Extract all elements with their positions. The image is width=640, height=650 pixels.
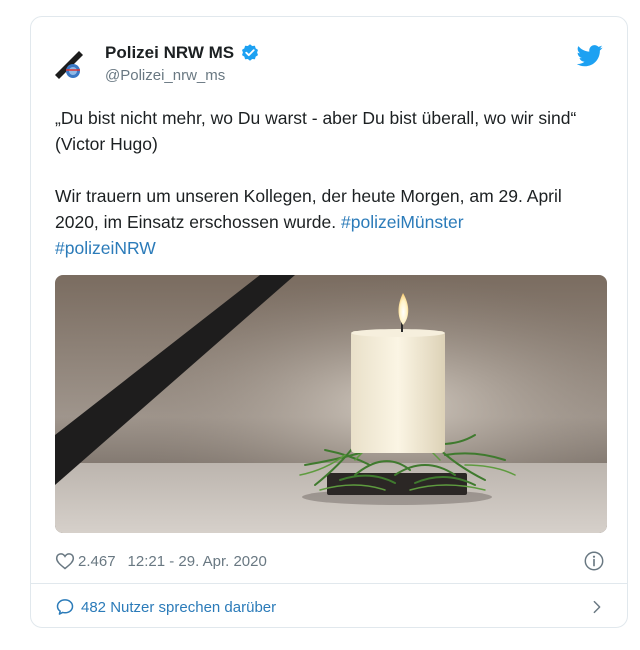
tweet-body: Wir trauern um unseren Kollegen, der heu… (55, 186, 562, 232)
hashtag-polizei-muenster[interactable]: #polizeiMünster (341, 212, 464, 232)
candle-image (55, 275, 607, 533)
tweet-media[interactable] (55, 275, 607, 533)
twitter-bird-icon[interactable] (577, 45, 603, 67)
conversation-link[interactable]: 482 Nutzer sprechen darüber (55, 595, 605, 619)
tweet-text: „Du bist nicht mehr, wo Du warst - aber … (55, 105, 605, 287)
tweet-card: Polizei NRW MS @Polizei_nrw_ms „Du bist … (30, 16, 628, 628)
tweet-header: Polizei NRW MS @Polizei_nrw_ms (51, 41, 607, 91)
chevron-right-icon (593, 600, 601, 614)
author-handle[interactable]: @Polizei_nrw_ms (105, 67, 225, 84)
like-button[interactable]: 2.467 (55, 551, 116, 571)
conversation-label: 482 Nutzer sprechen darüber (81, 598, 277, 616)
verified-badge-icon (242, 44, 259, 61)
tweet-meta: 2.467 12:21 - 29. Apr. 2020 (55, 549, 605, 573)
author-name[interactable]: Polizei NRW MS (105, 43, 234, 63)
like-count: 2.467 (78, 552, 116, 570)
tweet-timestamp[interactable]: 12:21 - 29. Apr. 2020 (128, 553, 267, 570)
info-icon[interactable] (583, 550, 605, 572)
tweet-quote: „Du bist nicht mehr, wo Du warst - aber … (55, 108, 577, 154)
author-name-row: Polizei NRW MS (105, 43, 260, 63)
tweet-body-paragraph: Wir trauern um unseren Kollegen, der heu… (55, 183, 605, 261)
reply-bubble-icon (56, 599, 74, 615)
avatar[interactable] (51, 45, 91, 85)
police-logo-icon (51, 45, 91, 85)
hashtag-polizei-nrw[interactable]: #polizeiNRW (55, 238, 156, 258)
divider (31, 583, 627, 584)
heart-icon (55, 553, 75, 570)
